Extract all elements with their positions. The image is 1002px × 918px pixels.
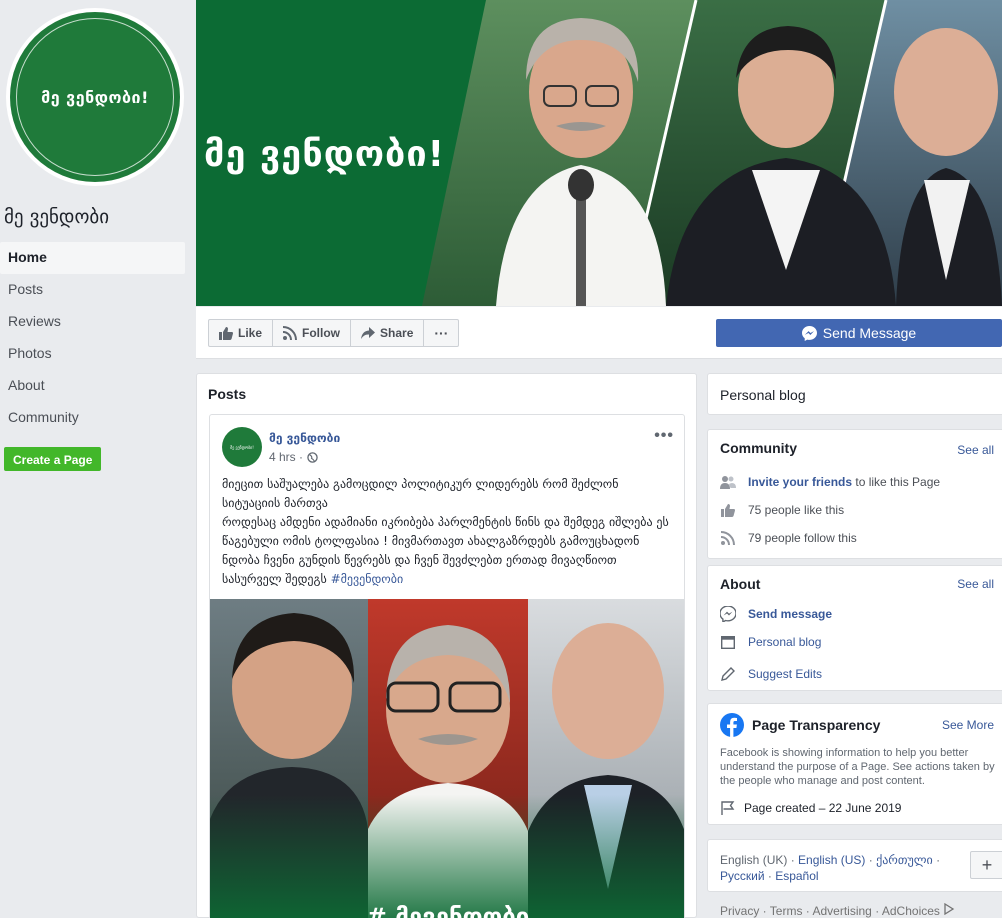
share-icon: [361, 327, 376, 339]
send-message-button[interactable]: Send Message: [716, 319, 1002, 347]
rss-icon: [720, 530, 736, 546]
category-card: Personal blog: [707, 373, 1002, 415]
post-avatar-text: მე ვენდობი!: [230, 444, 254, 450]
about-send-message-link[interactable]: Send message: [748, 607, 832, 621]
follow-button[interactable]: Follow: [273, 320, 352, 346]
posts-section: Posts მე ვენდობი! მე ვენდობი 4 hrs · •••…: [196, 373, 697, 918]
likes-count: 75 people like this: [748, 503, 845, 517]
left-column: მე ვენდობი! მე ვენდობი Home Posts Review…: [0, 0, 196, 918]
community-card: Community See all Invite your friends to…: [707, 429, 1002, 559]
pencil-icon: [720, 666, 736, 682]
add-language-button[interactable]: +: [970, 851, 1002, 879]
post-text: მიეცით საშუალება გამოცდილ პოლიტიკურ ლიდე…: [222, 475, 674, 589]
adchoices-icon: [944, 902, 955, 916]
cover-title: მე ვენდობი!: [204, 134, 446, 175]
lang-spanish[interactable]: Español: [775, 869, 818, 883]
send-message-label: Send Message: [822, 325, 917, 341]
post-image[interactable]: # მევენდობი: [210, 599, 684, 918]
page-action-bar: Like Follow Share ··· Send Message: [196, 307, 1002, 359]
post-photo-illustration: # მევენდობი: [210, 599, 684, 918]
community-see-all[interactable]: See all: [957, 443, 994, 457]
people-icon: [720, 474, 736, 490]
page-actions: Like Follow Share ···: [208, 319, 460, 347]
post: მე ვენდობი! მე ვენდობი 4 hrs · ••• მიეცი…: [209, 414, 685, 918]
nav-item-about[interactable]: About: [0, 370, 185, 402]
suggest-edits-link[interactable]: Suggest Edits: [748, 667, 822, 681]
suggest-edits-row: Suggest Edits: [720, 666, 822, 682]
globe-icon: [307, 451, 318, 463]
create-page-button[interactable]: Create a Page: [4, 447, 102, 471]
nav-item-photos[interactable]: Photos: [0, 338, 185, 370]
flag-icon: [720, 800, 736, 816]
post-body: მიეცით საშუალება გამოცდილ პოლიტიკურ ლიდე…: [222, 477, 669, 586]
footer-advertising[interactable]: Advertising: [812, 904, 871, 918]
transparency-description: Facebook is showing information to help …: [720, 747, 995, 787]
more-icon: ···: [434, 325, 449, 341]
post-image-caption: # მევენდობი: [367, 903, 530, 918]
rss-icon: [283, 326, 298, 340]
posts-title: Posts: [208, 386, 247, 402]
language-list: English (UK) · English (US) · ქართული · …: [720, 853, 941, 883]
about-title: About: [720, 576, 761, 592]
about-see-all[interactable]: See all: [957, 577, 994, 591]
window-icon: [720, 634, 736, 650]
community-title: Community: [720, 440, 797, 456]
lang-english-uk[interactable]: English (UK): [720, 853, 787, 867]
footer-privacy[interactable]: Privacy: [720, 904, 759, 918]
likes-row: 75 people like this: [720, 502, 844, 518]
lang-georgian[interactable]: ქართული: [876, 853, 933, 867]
invite-friends-row: Invite your friends to like this Page: [720, 474, 940, 490]
about-category-row: Personal blog: [720, 634, 821, 650]
invite-friends-text: to like this Page: [852, 475, 941, 489]
nav-item-posts[interactable]: Posts: [0, 274, 185, 306]
transparency-title: Page Transparency: [752, 717, 881, 733]
page-nav: Home Posts Reviews Photos About Communit…: [0, 242, 185, 434]
share-label: Share: [380, 326, 414, 340]
thumbs-up-icon: [720, 502, 736, 518]
post-hashtag[interactable]: #მევენდობი: [331, 572, 404, 586]
about-card: About See all Send message Personal blog…: [707, 565, 1002, 691]
page-avatar[interactable]: მე ვენდობი!: [6, 8, 184, 186]
share-button[interactable]: Share: [351, 320, 425, 346]
follows-count: 79 people follow this: [748, 531, 857, 545]
messenger-icon: [801, 325, 817, 341]
page-transparency-card: Page Transparency See More Facebook is s…: [707, 703, 1002, 825]
nav-item-reviews[interactable]: Reviews: [0, 306, 185, 338]
lang-english-us[interactable]: English (US): [798, 853, 865, 867]
page-created-row: Page created – 22 June 2019: [720, 800, 901, 816]
follow-label: Follow: [302, 326, 341, 340]
thumbs-up-icon: [219, 326, 233, 340]
facebook-icon: [720, 713, 744, 737]
like-button[interactable]: Like: [209, 320, 274, 346]
footer-terms[interactable]: Terms: [770, 904, 803, 918]
footer-links: Privacy · Terms · Advertising · AdChoice…: [720, 902, 955, 918]
post-time-text: 4 hrs ·: [269, 450, 304, 464]
like-label: Like: [238, 326, 263, 340]
cover-photo[interactable]: მე ვენდობი!: [196, 0, 1002, 306]
follows-row: 79 people follow this: [720, 530, 857, 546]
post-author-avatar[interactable]: მე ვენდობი!: [222, 427, 262, 467]
language-card: English (UK) · English (US) · ქართული · …: [707, 839, 1002, 892]
footer-adchoices[interactable]: AdChoices: [882, 904, 940, 918]
post-author[interactable]: მე ვენდობი: [269, 431, 340, 445]
messenger-icon: [720, 606, 736, 622]
page-name[interactable]: მე ვენდობი: [4, 206, 109, 228]
page-category[interactable]: Personal blog: [720, 387, 806, 403]
page-created-text: Page created – 22 June 2019: [744, 801, 902, 815]
about-send-message-row: Send message: [720, 606, 832, 622]
post-options-icon[interactable]: •••: [654, 427, 674, 445]
nav-item-home[interactable]: Home: [0, 242, 185, 274]
post-timestamp[interactable]: 4 hrs ·: [269, 450, 318, 464]
about-category-link[interactable]: Personal blog: [748, 635, 821, 649]
invite-friends-link[interactable]: Invite your friends: [748, 475, 852, 489]
more-button[interactable]: ···: [424, 320, 458, 346]
transparency-see-more[interactable]: See More: [942, 718, 994, 732]
nav-item-community[interactable]: Community: [0, 402, 185, 434]
lang-russian[interactable]: Русский: [720, 869, 765, 883]
